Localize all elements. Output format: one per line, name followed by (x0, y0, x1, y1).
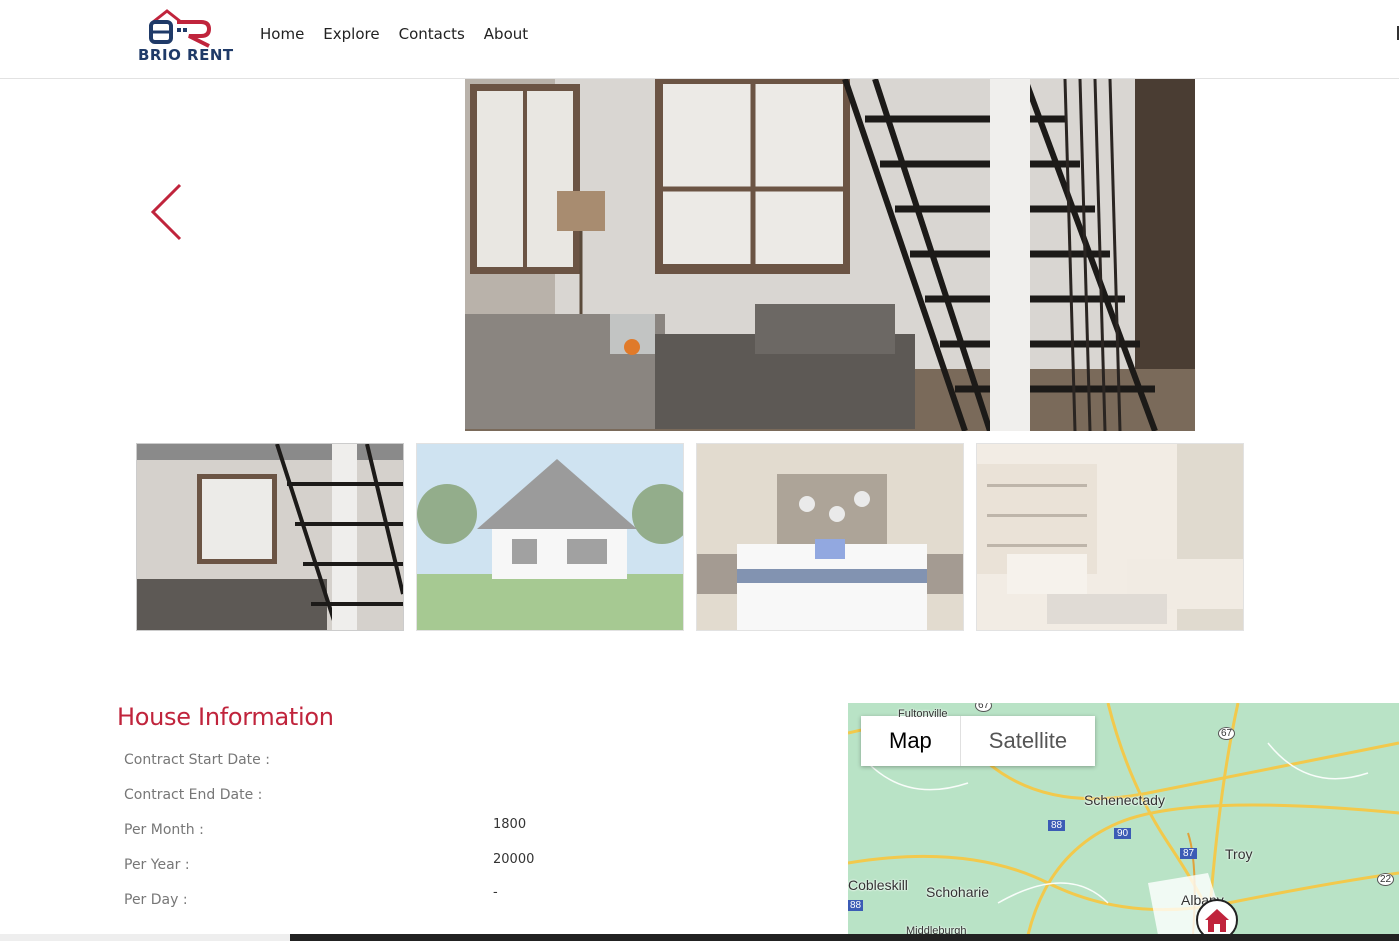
chevron-left-icon[interactable] (150, 183, 184, 241)
route-shield-67: 67 (1218, 727, 1236, 740)
main-photo (465, 79, 1195, 431)
map-label-schoharie: Schoharie (926, 884, 990, 900)
contract-end-label: Contract End Date : (124, 787, 263, 803)
per-day-value: - (493, 885, 498, 900)
thumbnail-living-room[interactable] (136, 443, 404, 631)
per-year-value: 20000 (493, 852, 535, 867)
per-day-label: Per Day : (124, 892, 188, 908)
per-year-label: Per Year : (124, 857, 190, 873)
location-map[interactable]: Map Satellite Schenectady Troy Cobleskil… (848, 703, 1399, 935)
map-label-schenectady: Schenectady (1084, 792, 1165, 808)
per-month-label: Per Month : (124, 822, 204, 838)
main-nav: Home Explore Contacts About (260, 25, 547, 43)
horizontal-scrollbar-thumb[interactable] (290, 934, 1399, 941)
contract-start-label: Contract Start Date : (124, 752, 270, 768)
nav-explore[interactable]: Explore (323, 25, 379, 43)
thumbnail-lounge[interactable] (976, 443, 1244, 631)
nav-about[interactable]: About (484, 25, 528, 43)
horizontal-scrollbar-track[interactable] (0, 934, 290, 941)
house-info-title: House Information (117, 703, 334, 731)
map-label-cobleskill: Cobleskill (848, 877, 908, 893)
home-icon[interactable] (1195, 898, 1239, 935)
interstate-shield-87: 87 (1180, 848, 1198, 859)
map-type-satellite-button[interactable]: Satellite (961, 716, 1095, 766)
route-shield-22: 22 (1377, 873, 1395, 886)
brand-name: BRIO RENT (138, 46, 234, 64)
per-month-value: 1800 (493, 817, 527, 832)
map-label-troy: Troy (1225, 846, 1253, 862)
map-type-control: Map Satellite (861, 716, 1096, 766)
interstate-shield-90: 90 (1114, 828, 1132, 839)
top-header: BRIO RENT Home Explore Contacts About (0, 0, 1399, 79)
map-type-map-button[interactable]: Map (861, 716, 961, 766)
thumbnail-house-exterior[interactable] (416, 443, 684, 631)
thumbnail-bedroom[interactable] (696, 443, 964, 631)
nav-contacts[interactable]: Contacts (399, 25, 465, 43)
nav-home[interactable]: Home (260, 25, 304, 43)
interstate-shield-88-west: 88 (848, 900, 864, 911)
interstate-shield-88: 88 (1048, 820, 1066, 831)
map-label-fultonville: Fultonville (898, 708, 948, 720)
